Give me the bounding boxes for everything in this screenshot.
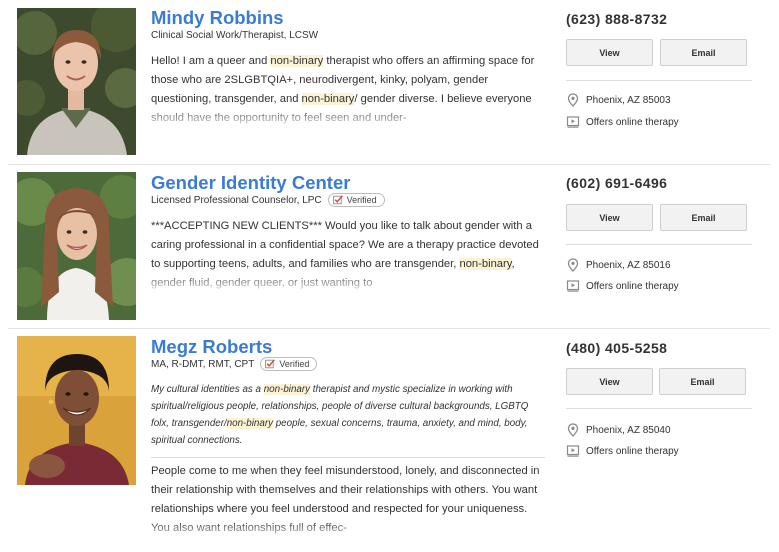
online-therapy: Offers online therapy <box>566 115 679 129</box>
location: Phoenix, AZ 85040 <box>566 423 671 437</box>
checkbox-check-icon <box>332 195 343 205</box>
statement-divider <box>151 457 545 458</box>
personal-statement: My cultural identities as a non-binary t… <box>151 381 545 453</box>
highlighted-term: non-binary <box>459 258 512 270</box>
description: ***ACCEPTING NEW CLIENTS*** Would you li… <box>151 217 545 293</box>
highlighted-term: non-binary <box>263 384 311 395</box>
therapist-name[interactable]: Mindy Robbins <box>151 7 284 29</box>
description-text: People come to me when they feel misunde… <box>151 465 540 534</box>
credentials: Licensed Professional Counselor, LPC Ver… <box>151 193 385 207</box>
location-text: Phoenix, AZ 85040 <box>586 424 671 436</box>
view-button[interactable]: View <box>566 204 653 231</box>
email-button[interactable]: Email <box>659 368 746 395</box>
phone-number[interactable]: (480) 405-5258 <box>566 340 667 356</box>
profile-photo-image <box>17 336 136 485</box>
online-therapy-text: Offers online therapy <box>586 445 679 457</box>
checkbox-check-icon <box>265 359 276 369</box>
divider <box>566 80 752 81</box>
verified-label: Verified <box>346 195 377 205</box>
email-button[interactable]: Email <box>660 39 747 66</box>
therapist-name[interactable]: Megz Roberts <box>151 336 272 358</box>
online-therapy-text: Offers online therapy <box>586 116 679 128</box>
video-screen-icon <box>566 280 580 292</box>
view-button[interactable]: View <box>566 39 653 66</box>
credentials-text: MA, R-DMT, RMT, CPT <box>151 358 255 370</box>
video-screen-icon <box>566 445 580 457</box>
video-screen-icon <box>566 116 580 128</box>
verified-badge: Verified <box>327 193 385 207</box>
credentials-text: Clinical Social Work/Therapist, LCSW <box>151 30 319 41</box>
phone-number[interactable]: (602) 691-6496 <box>566 175 667 191</box>
email-button[interactable]: Email <box>660 204 747 231</box>
map-pin-icon <box>567 258 579 272</box>
phone-number[interactable]: (623) 888-8732 <box>566 11 667 27</box>
location: Phoenix, AZ 85003 <box>566 93 671 107</box>
profile-photo-image <box>17 8 136 155</box>
profile-photo[interactable] <box>17 8 136 155</box>
profile-photo[interactable] <box>17 172 136 320</box>
listing-card: Gender Identity Center Licensed Professi… <box>0 165 779 328</box>
profile-photo[interactable] <box>17 336 136 485</box>
highlighted-term: non-binary <box>226 418 273 429</box>
online-therapy: Offers online therapy <box>566 444 679 458</box>
online-therapy-text: Offers online therapy <box>586 280 679 292</box>
verified-badge: Verified <box>260 357 318 371</box>
verified-label: Verified <box>279 359 310 369</box>
credentials: MA, R-DMT, RMT, CPT Verified <box>151 357 318 371</box>
highlighted-term: non-binary <box>270 55 324 67</box>
map-pin-icon <box>567 93 579 107</box>
map-pin-icon <box>567 423 579 437</box>
description-text: My cultural identities as a <box>151 384 264 395</box>
description: Hello! I am a queer and non-binary thera… <box>151 52 545 128</box>
description: People come to me when they feel misunde… <box>151 462 545 542</box>
view-button[interactable]: View <box>566 368 653 395</box>
online-therapy: Offers online therapy <box>566 279 679 293</box>
therapist-name[interactable]: Gender Identity Center <box>151 172 350 194</box>
listing-card: Mindy Robbins Clinical Social Work/Thera… <box>0 0 779 164</box>
listing-card: Megz Roberts MA, R-DMT, RMT, CPT Verifie… <box>0 329 779 552</box>
location-text: Phoenix, AZ 85003 <box>586 94 671 106</box>
location: Phoenix, AZ 85016 <box>566 258 671 272</box>
location-text: Phoenix, AZ 85016 <box>586 259 671 271</box>
credentials-text: Licensed Professional Counselor, LPC <box>151 194 322 206</box>
description-text: Hello! I am a queer and <box>151 55 271 67</box>
divider <box>566 244 752 245</box>
credentials: Clinical Social Work/Therapist, LCSW <box>151 30 318 41</box>
profile-photo-image <box>17 172 136 320</box>
divider <box>566 408 752 409</box>
highlighted-term: non-binary <box>301 93 355 105</box>
